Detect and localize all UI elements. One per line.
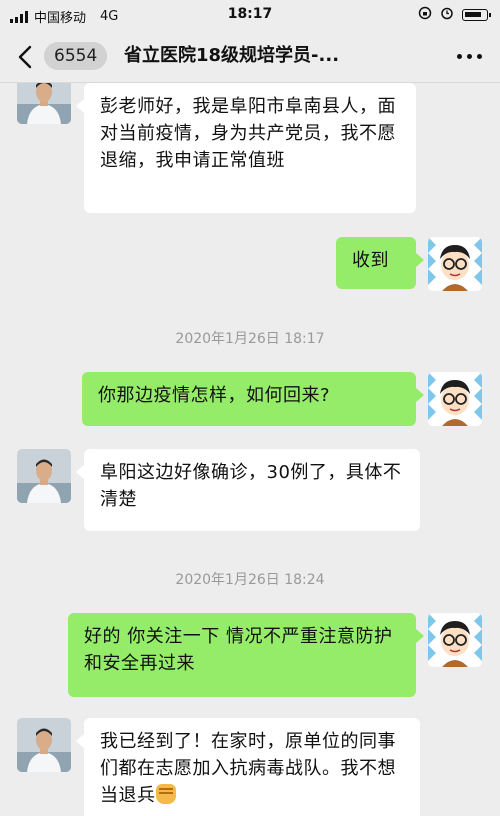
- dot-icon: [467, 54, 472, 59]
- rotation-lock-icon: [418, 6, 432, 24]
- contact-photo: [17, 449, 71, 503]
- dot-icon: [477, 54, 482, 59]
- cartoon-avatar-icon: [428, 613, 482, 667]
- timestamp: 2020年1月26日 18:24: [175, 572, 325, 588]
- message-bubble-incoming[interactable]: 我已经到了！在家时，原单位的同事们都在志愿加入抗病毒战队。我不想当退兵: [76, 718, 420, 816]
- more-options-button[interactable]: [457, 54, 482, 59]
- chat-message-list[interactable]: 彭老师好，我是阜阳市阜南县人，面对当前疫情，身为共产党员，我不愿退缩，我申请正常…: [0, 83, 500, 816]
- message-text: 我已经到了！在家时，原单位的同事们都在志愿加入抗病毒战队。我不想当退兵: [100, 731, 396, 806]
- contact-avatar[interactable]: [17, 83, 71, 124]
- my-avatar[interactable]: [428, 372, 482, 426]
- status-right: [418, 6, 491, 24]
- my-avatar[interactable]: [428, 237, 482, 291]
- contact-avatar[interactable]: [17, 718, 71, 772]
- chevron-left-icon: [18, 45, 32, 69]
- cartoon-avatar-icon: [428, 372, 482, 426]
- fist-emoji-icon: [155, 784, 176, 804]
- contact-photo: [17, 718, 71, 772]
- message-bubble-incoming[interactable]: 彭老师好，我是阜阳市阜南县人，面对当前疫情，身为共产党员，我不愿退缩，我申请正常…: [76, 83, 416, 213]
- back-button[interactable]: [18, 44, 44, 70]
- contact-avatar[interactable]: [17, 449, 71, 503]
- contact-photo: [17, 83, 71, 124]
- message-bubble-outgoing[interactable]: 你那边疫情怎样，如何回来?: [82, 372, 424, 426]
- battery-icon: [462, 9, 491, 21]
- message-bubble-incoming[interactable]: 阜阳这边好像确诊，30例了，具体不清楚: [76, 449, 420, 531]
- message-bubble-outgoing[interactable]: 好的 你关注一下 情况不严重注意防护和安全再过来: [68, 613, 424, 697]
- my-avatar[interactable]: [428, 613, 482, 667]
- status-bar: 中国移动 4G 18:17: [0, 0, 500, 30]
- chat-title: 省立医院18级规培学员-...: [124, 45, 340, 66]
- timestamp: 2020年1月26日 18:17: [175, 331, 325, 347]
- alarm-icon: [440, 6, 454, 24]
- cartoon-avatar-icon: [428, 237, 482, 291]
- unread-count-badge[interactable]: 6554: [44, 42, 108, 70]
- dot-icon: [457, 54, 462, 59]
- message-bubble-outgoing[interactable]: 收到: [336, 237, 424, 289]
- chat-header: 6554 省立医院18级规培学员-...: [0, 30, 500, 83]
